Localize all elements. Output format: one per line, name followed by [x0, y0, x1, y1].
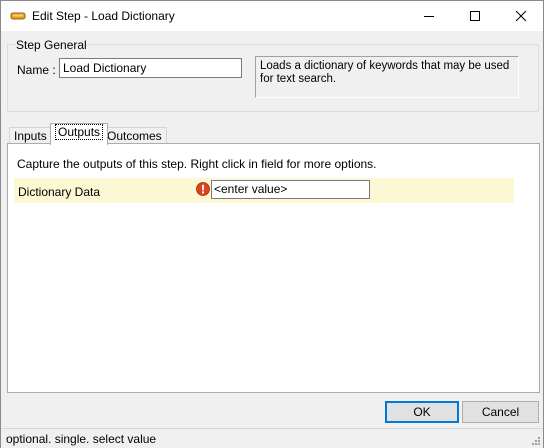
app-icon: [10, 12, 26, 20]
close-button[interactable]: [498, 1, 544, 31]
minimize-icon: [424, 16, 434, 17]
maximize-button[interactable]: [452, 1, 498, 31]
tab-outputs[interactable]: Outputs: [50, 123, 109, 145]
description-box: Loads a dictionary of keywords that may …: [255, 56, 519, 98]
error-exclamation-icon: [196, 182, 210, 196]
status-text: optional. single. select value: [6, 432, 157, 446]
resize-grip-icon[interactable]: [531, 436, 541, 446]
outputs-instructions: Capture the outputs of this step. Right …: [17, 157, 377, 171]
output-value-input[interactable]: [211, 180, 370, 199]
status-bar: optional. single. select value: [1, 428, 543, 448]
outputs-tab-panel: Capture the outputs of this step. Right …: [7, 143, 540, 393]
ok-button[interactable]: OK: [385, 401, 459, 423]
output-row-label: Dictionary Data: [18, 185, 101, 199]
close-icon: [515, 10, 527, 22]
window-title: Edit Step - Load Dictionary: [32, 9, 175, 23]
name-input[interactable]: [59, 58, 242, 78]
minimize-button[interactable]: [406, 1, 452, 31]
step-general-title: Step General: [15, 38, 88, 52]
title-bar[interactable]: Edit Step - Load Dictionary: [1, 1, 543, 31]
edit-step-window: Edit Step - Load Dictionary Step General…: [0, 0, 544, 448]
cancel-button[interactable]: Cancel: [462, 401, 539, 423]
output-row-dictionary-data: Dictionary Data: [14, 178, 514, 203]
tab-outputs-label: Outputs: [55, 124, 104, 140]
name-label: Name :: [17, 63, 56, 77]
maximize-icon: [470, 11, 480, 21]
